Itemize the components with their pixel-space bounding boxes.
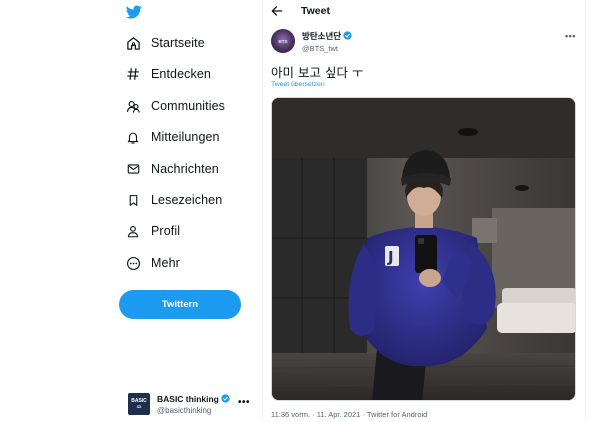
account-switcher[interactable]: BASIC ▭ BASIC thinking @basicthinking ••• [124, 391, 254, 417]
verified-badge-icon [343, 31, 352, 40]
account-name-text: BASIC thinking [157, 393, 219, 404]
account-handle: @basicthinking [157, 405, 212, 415]
nav-item-label: Nachrichten [151, 162, 219, 176]
nav-item-bookmarks[interactable]: Lesezeichen [123, 187, 222, 213]
more-circle-icon [123, 253, 143, 273]
nav-item-label: Mitteilungen [151, 130, 220, 144]
translate-link[interactable]: Tweet übersetzen [271, 81, 325, 88]
tweet-more-icon[interactable]: ••• [565, 31, 576, 41]
column-divider [585, 0, 586, 422]
sidebar-nav: Startseite Entdecken Communities Mitteil… [0, 0, 262, 422]
tweet-photo[interactable]: J [271, 97, 576, 401]
tweet-button[interactable]: Twittern [119, 290, 241, 319]
bell-icon [123, 127, 143, 147]
page-title: Tweet [301, 5, 330, 17]
nav-item-notifications[interactable]: Mitteilungen [123, 124, 220, 150]
communities-icon [123, 96, 143, 116]
home-icon [123, 33, 143, 53]
nav-item-more[interactable]: Mehr [123, 250, 180, 276]
account-more-icon[interactable]: ••• [238, 397, 250, 408]
nav-item-explore[interactable]: Entdecken [123, 61, 211, 87]
tweet-timestamp: 11:36 vorm. · 11. Apr. 2021 · Twitter fo… [271, 410, 428, 419]
author-name: 방탄소년단 [302, 30, 352, 42]
bookmark-icon [123, 190, 143, 210]
nav-item-label: Communities [151, 99, 226, 113]
author-avatar[interactable]: BTS [271, 29, 295, 53]
nav-item-home[interactable]: Startseite [123, 30, 205, 56]
author-name-text: 방탄소년단 [302, 31, 342, 42]
svg-text:J: J [387, 248, 394, 266]
hashtag-icon [123, 64, 143, 84]
person-icon [123, 221, 143, 241]
account-info: BASIC thinking @basicthinking [157, 394, 230, 415]
nav-item-profile[interactable]: Profil [123, 218, 180, 244]
nav-item-label: Entdecken [151, 67, 211, 81]
nav-item-messages[interactable]: Nachrichten [123, 156, 219, 182]
nav-item-label: Lesezeichen [151, 193, 223, 207]
nav-item-label: Startseite [151, 36, 205, 50]
envelope-icon [123, 159, 143, 179]
nav-item-communities[interactable]: Communities [123, 93, 225, 119]
twitter-bird-icon[interactable] [126, 4, 142, 20]
author-info: 방탄소년단 @BTS_twt [302, 30, 352, 53]
verified-badge-icon [221, 394, 230, 403]
main-column: Tweet BTS 방탄소년단 @BTS_twt ••• 아미 보고 싶다 ㅜ … [263, 0, 585, 422]
tweet-author[interactable]: BTS 방탄소년단 @BTS_twt [271, 29, 352, 53]
tweet-text: 아미 보고 싶다 ㅜ [271, 65, 364, 80]
account-name: BASIC thinking [157, 394, 230, 404]
account-avatar: BASIC ▭ [128, 393, 150, 415]
page-header: Tweet [263, 0, 585, 22]
author-handle: @BTS_twt [302, 43, 338, 53]
nav-item-label: Profil [151, 224, 181, 238]
nav-item-label: Mehr [151, 256, 180, 270]
arrow-left-icon[interactable] [270, 4, 284, 18]
